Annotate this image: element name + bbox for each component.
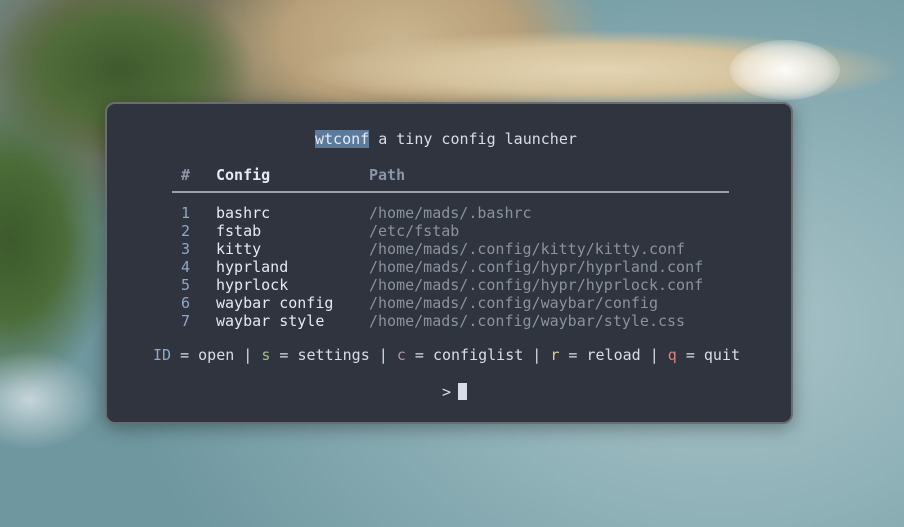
key-quit: q — [667, 346, 677, 364]
row-id: 4 — [181, 258, 191, 276]
row-config-name: hyprlock — [216, 276, 289, 294]
row-config-name: kitty — [216, 240, 262, 258]
app-name-highlight: wtconf — [315, 130, 370, 148]
row-id: 2 — [181, 222, 191, 240]
prompt-symbol: > — [442, 383, 452, 401]
row-config-path: /etc/fstab — [369, 222, 460, 240]
header-divider — [172, 191, 729, 193]
row-config-path: /home/mads/.config/waybar/style.css — [369, 312, 686, 330]
row-id: 6 — [181, 294, 191, 312]
keybinding-help: ID = open | s = settings | c = configlis… — [153, 346, 740, 364]
key-settings-desc: = settings | — [270, 346, 397, 364]
key-quit-desc: = quit — [676, 346, 741, 364]
row-config-name: fstab — [216, 222, 262, 240]
key-id-desc: = open | — [171, 346, 262, 364]
row-config-path: /home/mads/.config/waybar/config — [369, 294, 658, 312]
column-header-path: Path — [369, 166, 406, 184]
text-cursor[interactable] — [458, 383, 468, 400]
command-prompt[interactable]: > — [442, 383, 468, 401]
key-configlist-desc: = configlist | — [405, 346, 551, 364]
row-config-path: /home/mads/.config/hypr/hyprlock.conf — [369, 276, 704, 294]
row-config-path: /home/mads/.bashrc — [369, 204, 532, 222]
key-reload-desc: = reload | — [559, 346, 668, 364]
row-config-name: bashrc — [216, 204, 271, 222]
column-header-config: Config — [216, 166, 271, 184]
row-config-path: /home/mads/.config/kitty/kitty.conf — [369, 240, 686, 258]
column-header-number: # — [181, 166, 191, 184]
row-id: 7 — [181, 312, 191, 330]
wallpaper-foam — [0, 340, 120, 460]
terminal-window[interactable]: wtconf a tiny config launcher # Config P… — [105, 102, 793, 424]
key-id: ID — [153, 346, 172, 364]
app-tagline: a tiny config launcher — [369, 130, 577, 148]
key-configlist: c — [396, 346, 406, 364]
row-id: 3 — [181, 240, 191, 258]
row-config-path: /home/mads/.config/hypr/hyprland.conf — [369, 258, 704, 276]
row-config-name: waybar config — [216, 294, 334, 312]
app-title: wtconf a tiny config launcher — [315, 130, 577, 148]
row-id: 5 — [181, 276, 191, 294]
row-config-name: hyprland — [216, 258, 289, 276]
row-config-name: waybar style — [216, 312, 325, 330]
row-id: 1 — [181, 204, 191, 222]
wallpaper-cloud — [730, 40, 840, 100]
